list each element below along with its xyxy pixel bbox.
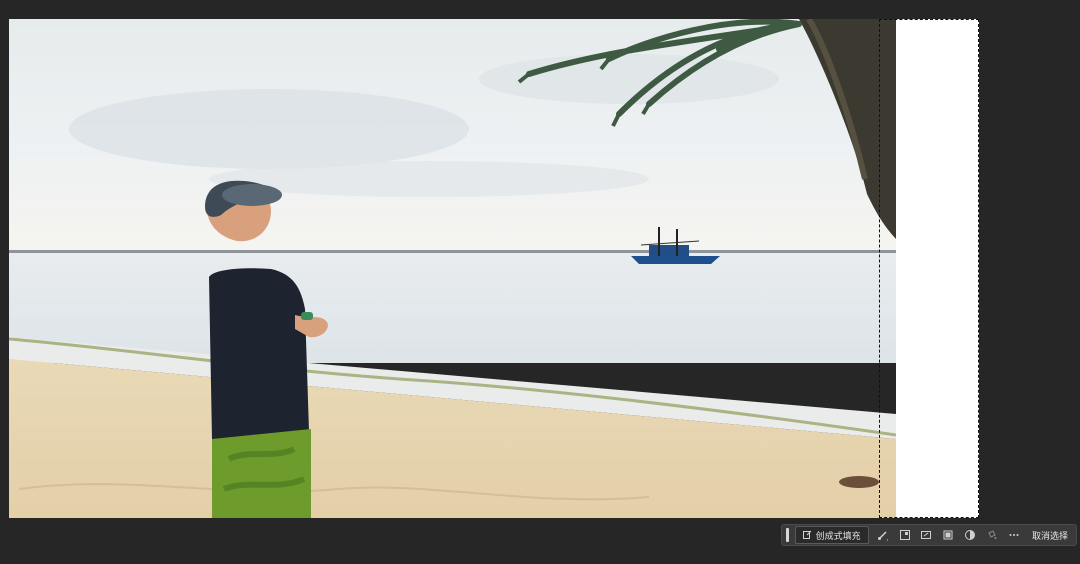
fill-selection-icon[interactable] [984,526,1000,544]
brush-mask-icon[interactable] [875,526,891,544]
generative-fill-icon [802,530,812,541]
selection-marquee-top-edge[interactable] [879,19,979,20]
expand-selection-icon[interactable] [918,526,934,544]
task-bar-drag-handle[interactable] [786,528,789,542]
document-canvas[interactable] [9,19,979,518]
transform-selection-icon[interactable] [897,526,913,544]
adjustment-icon[interactable] [962,526,978,544]
deselect-button[interactable]: 取消选择 [1028,529,1072,542]
beach-photo [9,19,896,518]
more-options-icon[interactable] [1006,526,1022,544]
selection-marquee-bottom-edge[interactable] [879,517,979,518]
generative-fill-button[interactable]: 创成式填充 [794,526,869,544]
contextual-task-bar: 创成式填充 取消选择 [781,524,1077,546]
mask-icon[interactable] [940,526,956,544]
photoshop-workspace: 创成式填充 取消选择 [0,0,1080,564]
selection-marquee-left-edge[interactable] [879,19,880,518]
expanded-empty-area[interactable] [896,19,979,518]
generative-fill-label: 创成式填充 [815,530,861,541]
selection-marquee-right-edge[interactable] [978,19,979,518]
